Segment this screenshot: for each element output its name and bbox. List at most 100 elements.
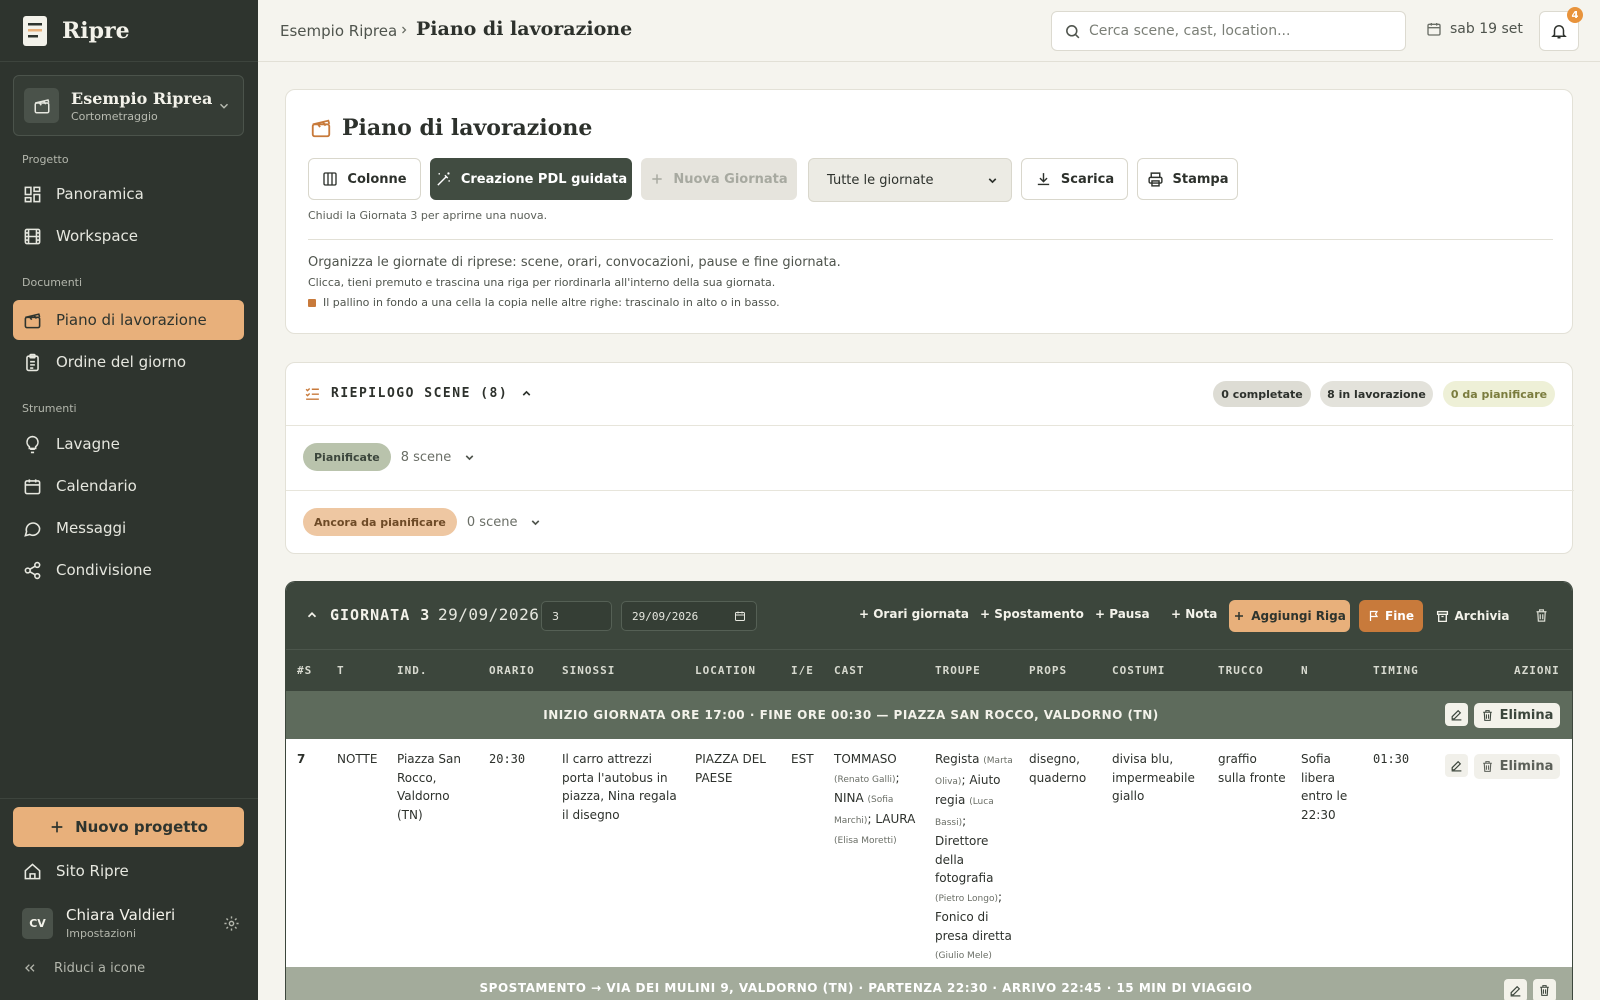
to-plan-badge: 0 da pianificare <box>1443 381 1555 407</box>
new-day-button[interactable]: Nuova Giornata <box>641 158 797 200</box>
add-day-hours-button[interactable]: + Orari giornata <box>859 607 969 621</box>
sidebar-item-label: Piano di lavorazione <box>56 311 207 329</box>
col-location[interactable]: LOCATION <box>695 664 756 677</box>
cast-actor: (Elisa Moretti) <box>834 836 897 846</box>
sidebar-item-calendario[interactable]: Calendario <box>13 466 244 506</box>
project-switcher[interactable]: Esempio Riprea Cortometraggio <box>13 75 244 136</box>
collapse-sidebar-button[interactable]: Riduci a icone <box>22 960 145 976</box>
divider <box>308 239 1553 240</box>
description: Organizza le giornate di riprese: scene,… <box>308 255 841 270</box>
pencil-icon[interactable] <box>1445 754 1468 777</box>
planned-scenes-row[interactable]: Pianificate 8 scene <box>286 425 1574 488</box>
download-label: Scarica <box>1060 171 1115 187</box>
day-filter-select[interactable]: Tutte le giornate <box>808 158 1012 202</box>
col-makeup[interactable]: TRUCCO <box>1218 664 1264 677</box>
col-timing[interactable]: TIMING <box>1373 664 1419 677</box>
in-progress-badge: 8 in lavorazione <box>1320 381 1433 407</box>
col-notes[interactable]: N <box>1301 664 1309 677</box>
col-time[interactable]: ORARIO <box>489 664 535 677</box>
add-move-button[interactable]: + Spostamento <box>980 607 1084 621</box>
delete-row-button[interactable]: Elimina <box>1474 754 1560 779</box>
archive-button[interactable]: Archivia <box>1434 600 1512 632</box>
sidebar-item-site[interactable]: Sito Ripre <box>13 851 244 891</box>
add-note-button[interactable]: + Nota <box>1171 607 1217 621</box>
col-costumes[interactable]: COSTUMI <box>1112 664 1165 677</box>
search-box[interactable] <box>1051 11 1406 51</box>
new-project-button[interactable]: Nuovo progetto <box>13 807 244 847</box>
home-icon <box>23 862 42 881</box>
sidebar-item-lavagne[interactable]: Lavagne <box>13 424 244 464</box>
copy-hint-text: Il pallino in fondo a una cella la copia… <box>323 296 780 309</box>
day-number-input[interactable]: 3 <box>541 601 612 631</box>
scene-location: PIAZZA DEL PAESE <box>695 752 766 785</box>
delete-row-button[interactable]: Elimina <box>1474 703 1560 728</box>
logo-icon <box>22 15 48 47</box>
search-icon <box>1064 23 1081 40</box>
day-date-input[interactable]: 29/09/2026 <box>621 601 757 631</box>
chevron-down-icon <box>463 451 476 464</box>
avatar: CV <box>22 907 53 939</box>
columns-label: Colonne <box>347 171 407 187</box>
new-project-label: Nuovo progetto <box>75 818 208 836</box>
chevron-down-icon <box>217 99 231 113</box>
breadcrumb-project[interactable]: Esempio Riprea <box>280 22 397 40</box>
magic-wand-icon <box>435 171 452 188</box>
col-address[interactable]: IND. <box>397 664 428 677</box>
search-input[interactable] <box>1089 23 1389 39</box>
move-row[interactable]: SPOSTAMENTO → VIA DEI MULINI 9, VALDORNO… <box>286 967 1572 1000</box>
col-props[interactable]: PROPS <box>1029 664 1067 677</box>
columns-button[interactable]: Colonne <box>308 158 421 200</box>
col-time-of-day[interactable]: T <box>337 664 345 677</box>
gear-icon[interactable] <box>223 915 240 932</box>
current-date[interactable]: sab 19 set <box>1426 21 1523 37</box>
sidebar-item-ordine[interactable]: Ordine del giorno <box>13 342 244 382</box>
col-scene-number[interactable]: #S <box>297 664 312 677</box>
collapse-label: Riduci a icone <box>54 960 146 976</box>
cast-actor: (Renato Galli) <box>834 774 896 785</box>
add-row-button[interactable]: Aggiungi Riga <box>1229 600 1350 632</box>
checklist-icon <box>304 385 321 402</box>
crew-person: (Giulio Mele) <box>935 951 992 961</box>
sidebar-item-piano[interactable]: Piano di lavorazione <box>13 300 244 340</box>
chevron-up-icon[interactable] <box>305 608 319 622</box>
col-synopsis[interactable]: SINOSSI <box>562 664 615 677</box>
user-profile[interactable]: CV Chiara Valdieri Impostazioni <box>22 906 240 940</box>
trash-icon[interactable] <box>1533 979 1556 1000</box>
scene-summary-toggle[interactable]: RIEPILOGO SCENE (8) <box>304 385 533 402</box>
download-button[interactable]: Scarica <box>1021 158 1128 200</box>
notifications-button[interactable]: 4 <box>1539 7 1583 51</box>
unplanned-scenes-row[interactable]: Ancora da pianificare 0 scene <box>286 490 1574 553</box>
day-number-value: 3 <box>552 609 559 623</box>
scene-number: 7 <box>297 752 306 766</box>
sidebar-item-label: Workspace <box>56 227 138 245</box>
trash-icon <box>1481 760 1494 773</box>
sidebar-item-panoramica[interactable]: Panoramica <box>13 174 244 214</box>
crew-separator: ; <box>962 813 967 828</box>
col-int-ext[interactable]: I/E <box>791 664 814 677</box>
sidebar-item-workspace[interactable]: Workspace <box>13 216 244 256</box>
scene-notes: Sofia libera entro le 22:30 <box>1301 752 1348 822</box>
shooting-day-header: GIORNATA 3 29/09/2026 3 29/09/2026 + Ora… <box>286 582 1572 649</box>
section-label-progetto: Progetto <box>22 153 69 166</box>
pencil-icon[interactable] <box>1504 979 1527 1000</box>
day-start-row[interactable]: INIZIO GIORNATA ORE 17:00 · FINE ORE 00:… <box>286 691 1572 739</box>
scene-cast: TOMMASO (Renato Galli); NINA (Sofia Marc… <box>834 750 926 851</box>
col-crew[interactable]: TROUPE <box>935 664 981 677</box>
sidebar: Ripre Esempio Riprea Cortometraggio Prog… <box>0 0 258 1000</box>
user-name: Chiara Valdieri <box>66 906 176 924</box>
print-button[interactable]: Stampa <box>1137 158 1238 200</box>
brand[interactable]: Ripre <box>0 0 258 62</box>
end-day-button[interactable]: Fine <box>1359 600 1423 632</box>
trash-icon[interactable] <box>1534 608 1549 623</box>
sidebar-item-condivisione[interactable]: Condivisione <box>13 550 244 590</box>
chat-bubble-icon <box>23 519 42 538</box>
col-cast[interactable]: CAST <box>834 664 865 677</box>
add-break-button[interactable]: + Pausa <box>1095 607 1150 621</box>
sidebar-item-messaggi[interactable]: Messaggi <box>13 508 244 548</box>
pencil-icon[interactable] <box>1445 703 1468 726</box>
clapperboard-icon <box>23 311 42 330</box>
cast-role: LAURA <box>875 811 916 826</box>
scene-int-ext: EST <box>791 752 814 766</box>
sidebar-item-label: Messaggi <box>56 519 127 537</box>
guided-creation-button[interactable]: Creazione PDL guidata <box>430 158 632 200</box>
